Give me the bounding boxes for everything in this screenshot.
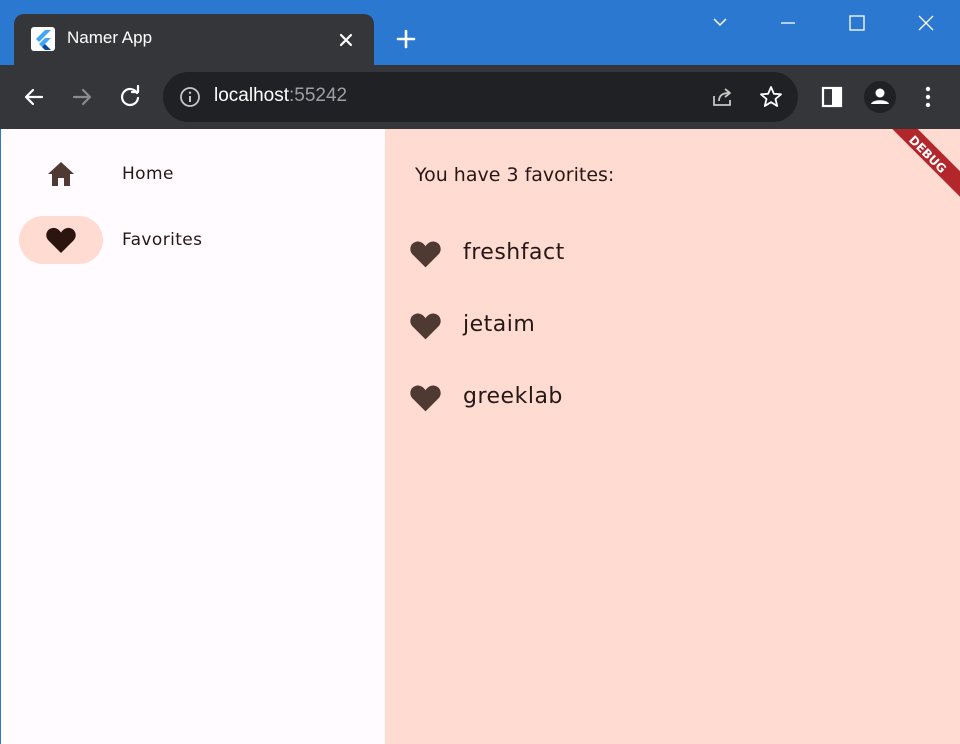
arrow-right-icon[interactable]: [66, 81, 98, 113]
browser-tab[interactable]: Namer App: [14, 14, 374, 65]
url-host: localhost: [214, 85, 289, 106]
favorite-word: greeklab: [463, 384, 563, 409]
tab-search-icon[interactable]: [705, 10, 735, 36]
side-panel-icon[interactable]: [816, 81, 848, 113]
flutter-logo-icon: [31, 27, 55, 51]
app-viewport: Home Favorites You have 3 favorites: fre…: [1, 129, 960, 744]
nav-item-label: Favorites: [122, 230, 203, 250]
list-item[interactable]: jetaim: [409, 306, 909, 346]
nav-item-label: Home: [122, 164, 174, 184]
heart-icon: [409, 311, 442, 341]
list-item[interactable]: greeklab: [409, 378, 909, 418]
url-text: localhost:55242: [214, 85, 347, 107]
minimize-icon[interactable]: [773, 10, 803, 36]
navigation-rail: Home Favorites: [1, 129, 385, 744]
window-close-icon[interactable]: [911, 10, 941, 36]
favorite-word: freshfact: [463, 240, 565, 265]
nav-item-home[interactable]: Home: [1, 146, 385, 202]
debug-banner: DEBUG: [869, 129, 960, 213]
reload-icon[interactable]: [114, 81, 146, 113]
plus-icon[interactable]: [393, 26, 419, 52]
close-icon[interactable]: [334, 28, 358, 52]
debug-banner-label: DEBUG: [906, 132, 950, 176]
tab-title: Namer App: [67, 28, 153, 47]
home-icon: [45, 160, 77, 188]
arrow-left-icon[interactable]: [18, 81, 50, 113]
share-icon[interactable]: [710, 84, 736, 110]
favorites-count-text: You have 3 favorites:: [415, 164, 615, 186]
heart-icon: [409, 239, 442, 269]
nav-item-favorites[interactable]: Favorites: [1, 212, 385, 268]
star-icon[interactable]: [758, 84, 784, 110]
list-item[interactable]: freshfact: [409, 234, 909, 274]
favorites-page: You have 3 favorites: freshfact jetaim g…: [385, 129, 960, 744]
browser-toolbar: localhost:55242: [0, 65, 960, 129]
heart-icon: [45, 226, 77, 254]
window-title-bar: Namer App: [0, 0, 960, 65]
info-icon[interactable]: [179, 86, 201, 108]
profile-icon[interactable]: [864, 81, 896, 113]
heart-icon: [409, 383, 442, 413]
address-bar[interactable]: localhost:55242: [163, 72, 798, 122]
url-port: :55242: [289, 85, 348, 106]
kebab-menu-icon[interactable]: [912, 81, 944, 113]
maximize-icon[interactable]: [842, 10, 872, 36]
favorite-word: jetaim: [463, 312, 536, 337]
